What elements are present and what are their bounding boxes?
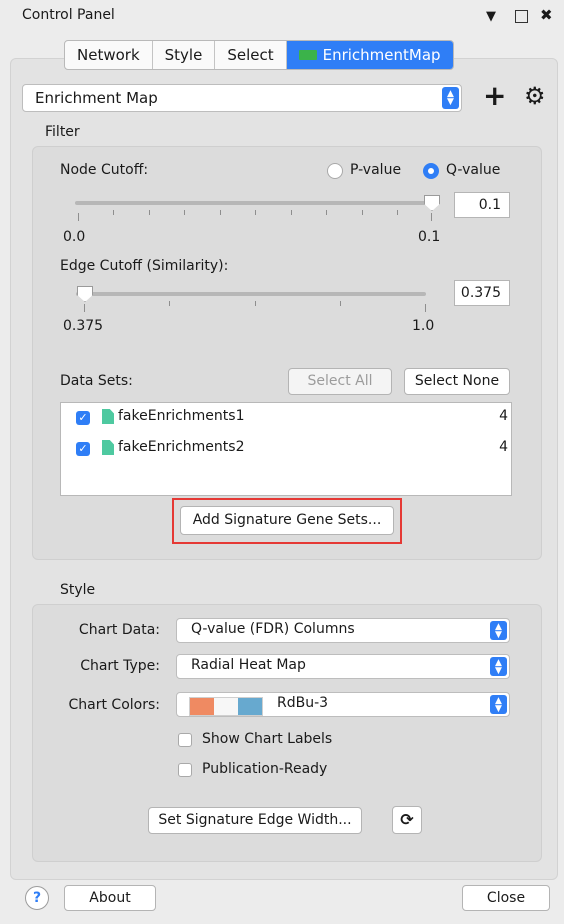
slider-tick xyxy=(78,213,79,221)
network-select[interactable]: Enrichment Map ▲ ▼ xyxy=(22,84,462,112)
select-arrows-icon: ▲ ▼ xyxy=(490,695,507,714)
refresh-icon[interactable]: ⟳ xyxy=(392,806,422,834)
gear-icon[interactable]: ⚙ xyxy=(524,82,546,110)
slider-tick xyxy=(397,210,398,215)
node-cutoff-value-field[interactable]: 0.1 xyxy=(454,192,510,218)
tab-select[interactable]: Select xyxy=(215,41,287,69)
file-icon xyxy=(102,440,114,455)
slider-tick xyxy=(362,210,363,215)
slider-tick xyxy=(326,210,327,215)
dataset-1-checkbox[interactable]: ✓ xyxy=(76,411,90,425)
chart-colors-label: Chart Colors: xyxy=(68,697,161,713)
node-cutoff-max-label: 0.1 xyxy=(418,229,441,245)
filter-section-title: Filter xyxy=(45,124,80,140)
edge-cutoff-slider-track[interactable] xyxy=(76,292,426,296)
node-cutoff-slider-track[interactable] xyxy=(75,201,432,205)
select-arrows-icon: ▲ ▼ xyxy=(490,657,507,676)
chart-colors-select[interactable]: RdBu-3 ▲ ▼ xyxy=(176,692,510,717)
title-bar: Control Panel ▼ ✖ xyxy=(0,0,564,34)
window-title: Control Panel xyxy=(22,7,115,23)
qvalue-radio-label[interactable]: Q-value xyxy=(446,162,500,178)
dataset-2-name: fakeEnrichments2 xyxy=(118,439,245,455)
tab-network[interactable]: Network xyxy=(65,41,153,69)
slider-tick xyxy=(340,301,341,306)
maximize-icon[interactable] xyxy=(515,10,528,23)
slider-tick xyxy=(255,301,256,306)
node-cutoff-label: Node Cutoff: xyxy=(60,162,149,178)
select-none-button[interactable]: Select None xyxy=(404,368,510,395)
enrichmentmap-logo-icon xyxy=(298,50,317,60)
dataset-2-count: 4 xyxy=(499,439,508,455)
close-button[interactable]: Close xyxy=(462,885,550,911)
chart-type-select[interactable]: Radial Heat Map ▲ ▼ xyxy=(176,654,510,679)
select-arrows-icon: ▲ ▼ xyxy=(490,621,507,640)
add-signature-gene-sets-button[interactable]: Add Signature Gene Sets... xyxy=(180,506,394,535)
help-icon[interactable]: ? xyxy=(25,886,49,910)
qvalue-radio[interactable] xyxy=(423,163,439,179)
about-button[interactable]: About xyxy=(64,885,156,911)
color-swatches xyxy=(189,697,263,716)
list-item[interactable]: ✓ fakeEnrichments2 4 xyxy=(60,437,510,461)
tab-enrichmentmap[interactable]: EnrichmentMap xyxy=(286,41,453,69)
slider-tick xyxy=(220,210,221,215)
slider-tick xyxy=(255,210,256,215)
edge-cutoff-label: Edge Cutoff (Similarity): xyxy=(60,258,229,274)
node-cutoff-min-label: 0.0 xyxy=(63,229,86,245)
show-chart-labels-checkbox[interactable] xyxy=(178,733,192,747)
slider-tick xyxy=(291,210,292,215)
tab-bar: Network Style Select EnrichmentMap xyxy=(64,40,454,70)
tab-style[interactable]: Style xyxy=(153,41,216,69)
color-swatch xyxy=(238,698,262,715)
add-icon[interactable]: + xyxy=(483,80,506,112)
pvalue-radio[interactable] xyxy=(327,163,343,179)
close-icon[interactable]: ✖ xyxy=(540,7,553,23)
edge-cutoff-max-label: 1.0 xyxy=(412,318,435,334)
chart-type-label: Chart Type: xyxy=(80,658,160,674)
list-item[interactable]: ✓ fakeEnrichments1 4 xyxy=(60,406,510,430)
file-icon xyxy=(102,409,114,424)
publication-ready-checkbox[interactable] xyxy=(178,763,192,777)
style-section-title: Style xyxy=(60,582,96,598)
chevron-down-icon[interactable]: ▼ xyxy=(486,9,496,25)
color-swatch xyxy=(214,698,238,715)
set-signature-edge-width-button[interactable]: Set Signature Edge Width... xyxy=(148,807,362,834)
publication-ready-label[interactable]: Publication-Ready xyxy=(202,761,327,777)
slider-tick xyxy=(149,210,150,215)
dataset-2-checkbox[interactable]: ✓ xyxy=(76,442,90,456)
slider-tick xyxy=(184,210,185,215)
edge-cutoff-value-field[interactable]: 0.375 xyxy=(454,280,510,306)
slider-tick xyxy=(425,304,426,312)
slider-tick xyxy=(169,301,170,306)
pvalue-radio-label[interactable]: P-value xyxy=(350,162,401,178)
edge-cutoff-min-label: 0.375 xyxy=(63,318,104,334)
slider-tick xyxy=(113,210,114,215)
select-arrows-icon: ▲ ▼ xyxy=(442,87,459,109)
select-all-button[interactable]: Select All xyxy=(288,368,392,395)
dataset-1-name: fakeEnrichments1 xyxy=(118,408,245,424)
chart-data-label: Chart Data: xyxy=(78,622,160,638)
slider-tick xyxy=(431,213,432,221)
slider-tick xyxy=(84,304,85,312)
datasets-label: Data Sets: xyxy=(60,373,133,389)
dataset-1-count: 4 xyxy=(499,408,508,424)
show-chart-labels-label[interactable]: Show Chart Labels xyxy=(202,731,332,747)
chart-data-select[interactable]: Q-value (FDR) Columns ▲ ▼ xyxy=(176,618,510,643)
color-swatch xyxy=(190,698,214,715)
